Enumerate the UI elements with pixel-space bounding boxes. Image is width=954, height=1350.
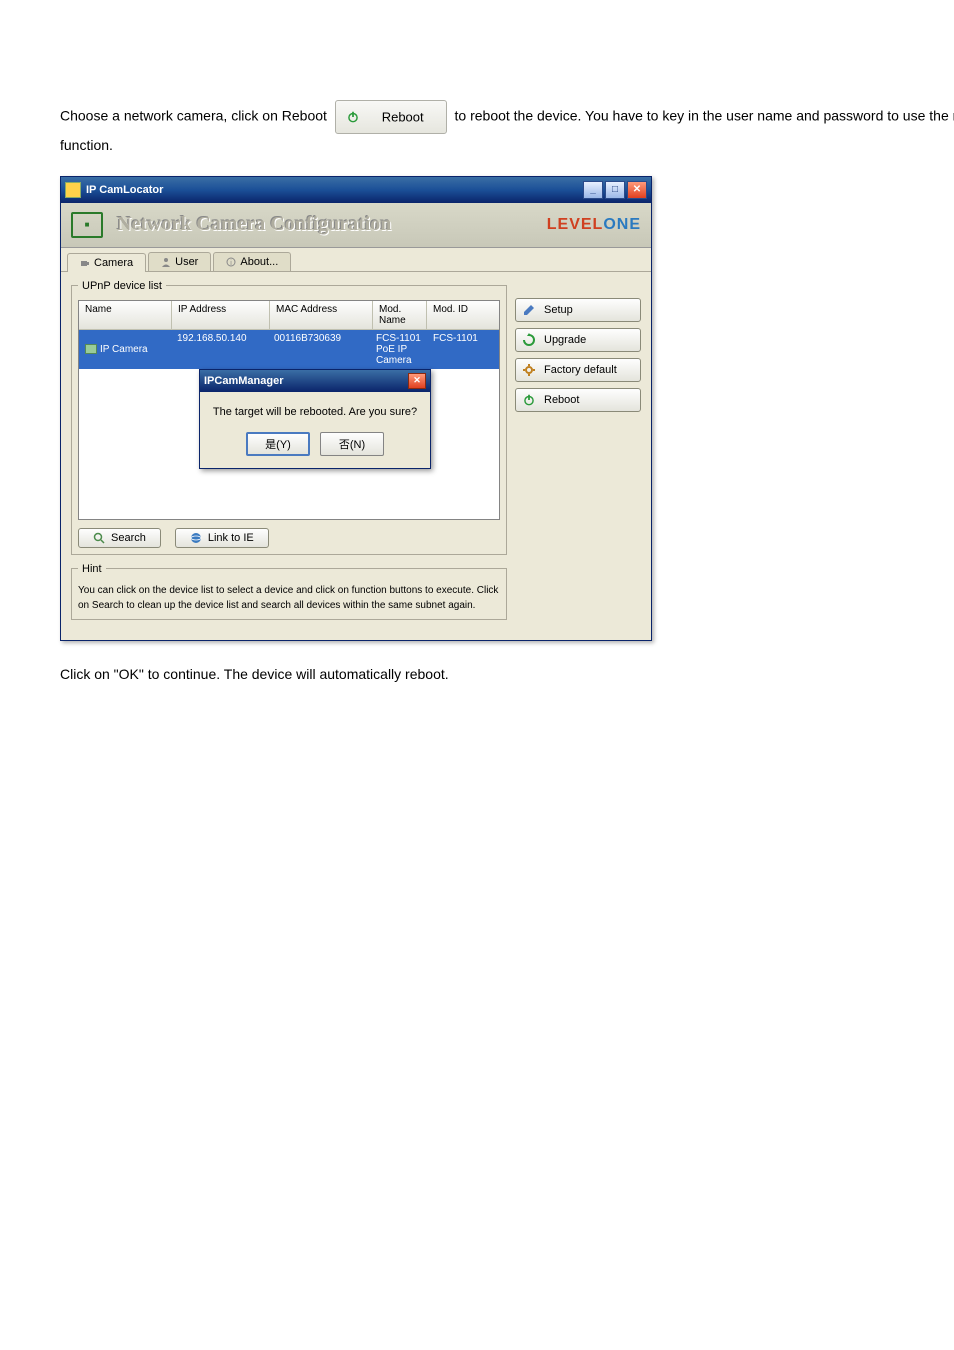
tab-user[interactable]: User — [148, 252, 211, 271]
th-mac[interactable]: MAC Address — [270, 301, 373, 329]
dialog-no-button[interactable]: 否(N) — [320, 432, 384, 456]
th-name[interactable]: Name — [79, 301, 172, 329]
wrench-icon — [522, 303, 536, 317]
hint-legend: Hint — [78, 563, 106, 575]
upgrade-button[interactable]: Upgrade — [515, 328, 641, 352]
hint-fieldset: Hint You can click on the device list to… — [71, 563, 507, 620]
power-icon — [522, 393, 536, 407]
th-ip[interactable]: IP Address — [172, 301, 270, 329]
tabs: Camera User i About... — [61, 248, 651, 272]
camera-icon — [80, 258, 90, 268]
refresh-icon — [522, 333, 536, 347]
reboot-button[interactable]: Reboot — [515, 388, 641, 412]
search-icon — [93, 532, 105, 544]
search-button[interactable]: Search — [78, 528, 161, 548]
factory-default-button[interactable]: Factory default — [515, 358, 641, 382]
dialog-message: The target will be rebooted. Are you sur… — [212, 406, 418, 418]
th-modid[interactable]: Mod. ID — [427, 301, 499, 329]
setup-button[interactable]: Setup — [515, 298, 641, 322]
titlebar: IP CamLocator _ □ ✕ — [61, 177, 651, 203]
banner: ■ Network Camera Configuration LEVELONE — [61, 203, 651, 248]
info-icon: i — [226, 257, 236, 267]
reboot-button-label: Reboot — [382, 109, 424, 124]
hint-text: You can click on the device list to sele… — [78, 583, 500, 613]
dialog-close-button[interactable]: ✕ — [408, 373, 426, 389]
user-icon — [161, 257, 171, 267]
tab-camera[interactable]: Camera — [67, 253, 146, 272]
table-header: Name IP Address MAC Address Mod. Name Mo… — [79, 301, 499, 330]
banner-title: Network Camera Configuration — [117, 213, 391, 236]
close-button[interactable]: ✕ — [627, 181, 647, 199]
intro-paragraph: Choose a network camera, click on Reboot… — [60, 100, 954, 158]
device-table: Name IP Address MAC Address Mod. Name Mo… — [78, 300, 500, 520]
minimize-button[interactable]: _ — [583, 181, 603, 199]
brand: LEVELONE — [547, 216, 641, 234]
table-row[interactable]: IP Camera 192.168.50.140 00116B730639 FC… — [79, 330, 499, 369]
window-title: IP CamLocator — [86, 184, 583, 196]
power-icon — [346, 110, 360, 124]
upnp-legend: UPnP device list — [78, 280, 166, 292]
th-modname[interactable]: Mod. Name — [373, 301, 427, 329]
dialog-title: IPCamManager — [204, 375, 408, 387]
tab-about[interactable]: i About... — [213, 252, 291, 271]
camera-row-icon — [85, 344, 97, 354]
app-icon — [65, 182, 81, 198]
reboot-button-inline[interactable]: Reboot — [335, 100, 447, 134]
app-window: IP CamLocator _ □ ✕ ■ Network Camera Con… — [60, 176, 652, 641]
closing-paragraph: Click on "OK" to continue. The device wi… — [60, 663, 954, 687]
confirm-dialog: IPCamManager ✕ The target will be reboot… — [199, 369, 431, 469]
gear-icon — [522, 363, 536, 377]
logo: ■ — [71, 208, 103, 242]
upnp-fieldset: UPnP device list Name IP Address MAC Add… — [71, 280, 507, 555]
link-ie-button[interactable]: Link to IE — [175, 528, 269, 548]
maximize-button[interactable]: □ — [605, 181, 625, 199]
ie-icon — [190, 532, 202, 544]
dialog-yes-button[interactable]: 是(Y) — [246, 432, 310, 456]
